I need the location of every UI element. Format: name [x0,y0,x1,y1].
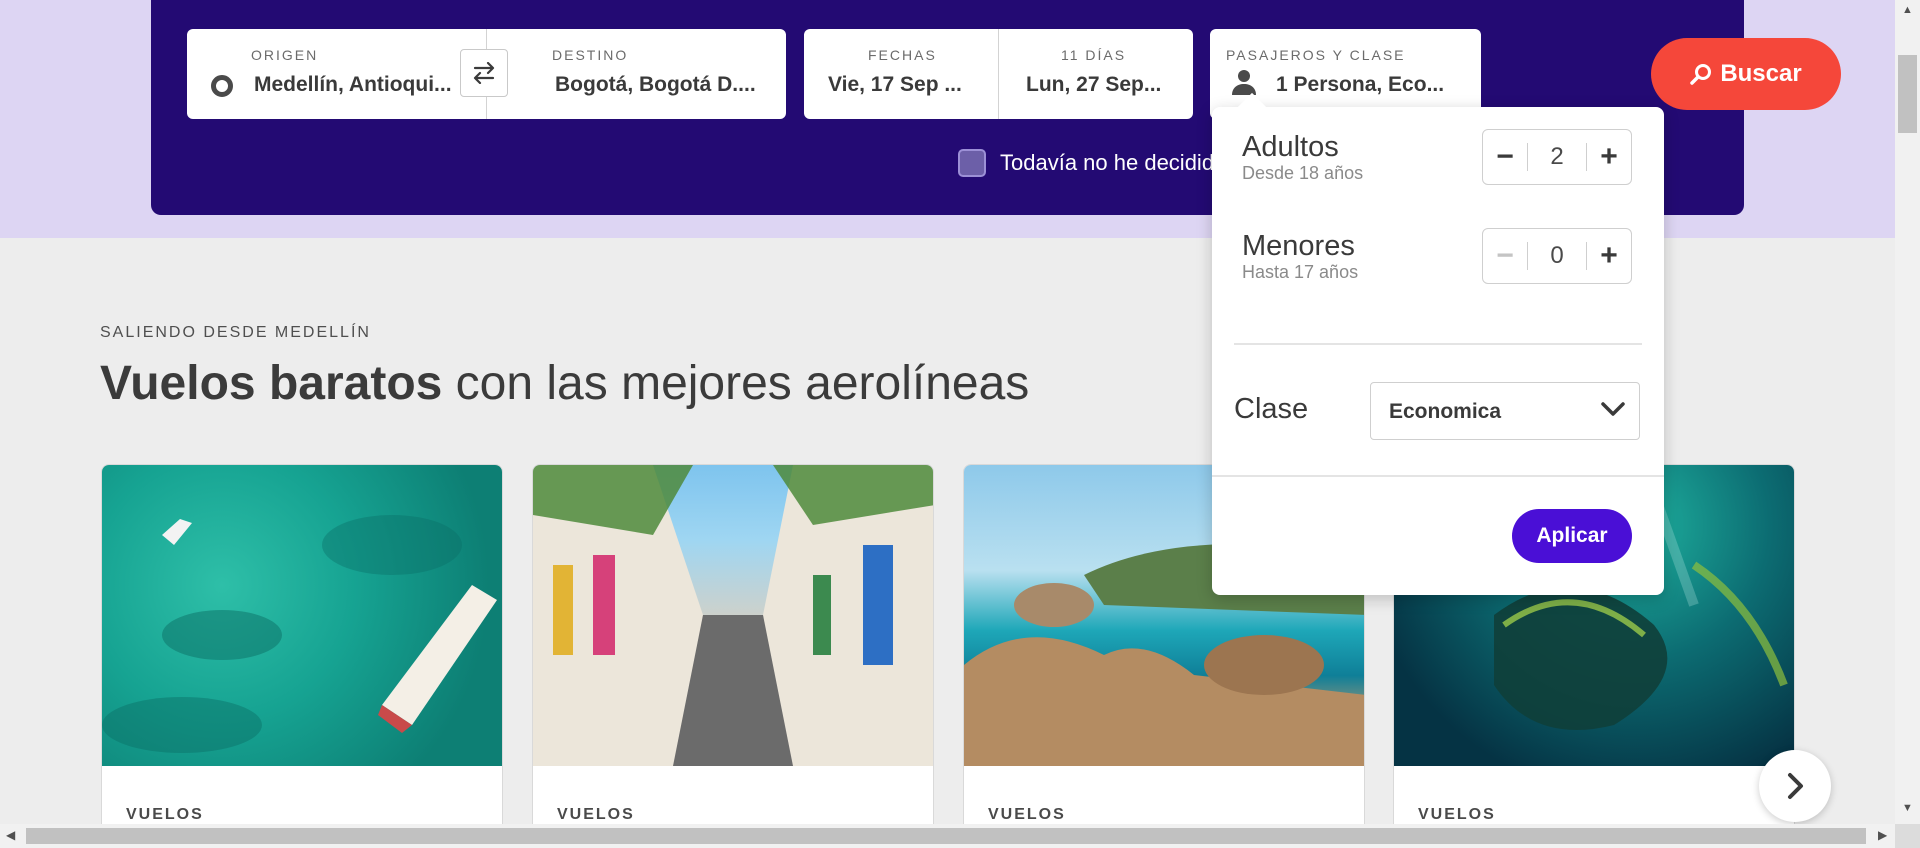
origin-label: ORIGEN [251,47,319,63]
horizontal-scrollbar[interactable]: ◀ ▶ [0,824,1895,848]
destination-label: DESTINO [552,47,629,63]
card-tag: VUELOS [557,806,635,823]
destination-card[interactable]: VUELOS [101,464,503,844]
popover-divider [1234,343,1642,345]
scroll-down-icon[interactable]: ▼ [1902,802,1913,814]
minors-row: Menores Hasta 17 años − 0 + [1242,228,1642,290]
return-date-field[interactable]: 11 DÍAS Lun, 27 Sep... [999,29,1193,119]
vertical-scroll-thumb[interactable] [1898,55,1917,133]
checkbox-box[interactable] [958,149,986,177]
dates-label: FECHAS [868,47,937,63]
minors-decrement-button[interactable]: − [1483,229,1527,283]
departure-date-field[interactable]: FECHAS Vie, 17 Sep ... [804,29,998,119]
card-photo-colonial-street [533,465,933,766]
swap-arrows-icon [473,62,495,84]
destination-card[interactable]: VUELOS [532,464,934,844]
headline-rest: con las mejores aerolíneas [442,357,1030,410]
class-select[interactable]: Economica [1370,382,1640,440]
popover-divider [1212,475,1664,477]
destination-field[interactable]: DESTINO Bogotá, Bogotá D.... [487,29,835,119]
headline-bold: Vuelos baratos [100,357,443,410]
adults-row: Adultos Desde 18 años − 2 + [1242,129,1642,191]
horizontal-scroll-thumb[interactable] [26,828,1866,844]
scrollbar-corner [1895,824,1920,848]
origin-circle-icon [211,75,233,97]
adults-subtitle: Desde 18 años [1242,163,1364,183]
swap-route-button[interactable] [460,49,508,97]
trip-duration-label: 11 DÍAS [1061,47,1127,63]
minors-subtitle: Hasta 17 años [1242,262,1359,282]
adults-increment-button[interactable]: + [1587,130,1631,184]
departure-date-value: Vie, 17 Sep ... [828,73,962,96]
minors-stepper: − 0 + [1482,228,1632,284]
minors-count: 0 [1550,242,1564,269]
passengers-popover: Adultos Desde 18 años − 2 + Menores Hast… [1212,107,1664,595]
section-headline: Vuelos baratos con las mejores aerolínea… [100,356,1029,411]
apply-button[interactable]: Aplicar [1512,509,1632,563]
search-button[interactable]: Buscar [1651,38,1841,110]
return-date-value: Lun, 27 Sep... [1026,73,1162,96]
class-label: Clase [1234,393,1309,425]
chevron-right-icon [1788,773,1803,799]
chevron-down-icon [1601,402,1625,416]
carousel-next-button[interactable] [1759,750,1831,822]
scroll-right-icon[interactable]: ▶ [1878,828,1887,842]
card-tag: VUELOS [1418,806,1496,823]
scroll-left-icon[interactable]: ◀ [6,828,15,842]
adults-decrement-button[interactable]: − [1483,130,1527,184]
card-tag: VUELOS [988,806,1066,823]
card-tag: VUELOS [126,806,204,823]
adults-count: 2 [1550,143,1564,170]
search-button-label: Buscar [1720,60,1802,87]
minors-title: Menores [1242,230,1355,262]
adults-title: Adultos [1242,131,1339,163]
scroll-up-icon[interactable]: ▲ [1902,4,1913,16]
vertical-scrollbar[interactable]: ▲ ▼ [1895,0,1920,824]
minors-increment-button[interactable]: + [1587,229,1631,283]
origin-value: Medellín, Antioqui... [254,73,452,96]
card-photo-beach-boats [102,465,502,766]
adults-stepper: − 2 + [1482,129,1632,185]
passengers-value: 1 Persona, Eco... [1276,73,1445,96]
origin-field[interactable]: ORIGEN Medellín, Antioqui... [187,29,486,119]
dates-field: FECHAS Vie, 17 Sep ... 11 DÍAS Lun, 27 S… [804,29,1193,119]
search-icon [1690,64,1712,85]
passengers-label: PASAJEROS Y CLASE [1226,47,1406,63]
section-eyebrow: SALIENDO DESDE MEDELLÍN [100,324,371,341]
class-select-value: Economica [1389,400,1502,423]
destination-value: Bogotá, Bogotá D.... [555,73,756,96]
